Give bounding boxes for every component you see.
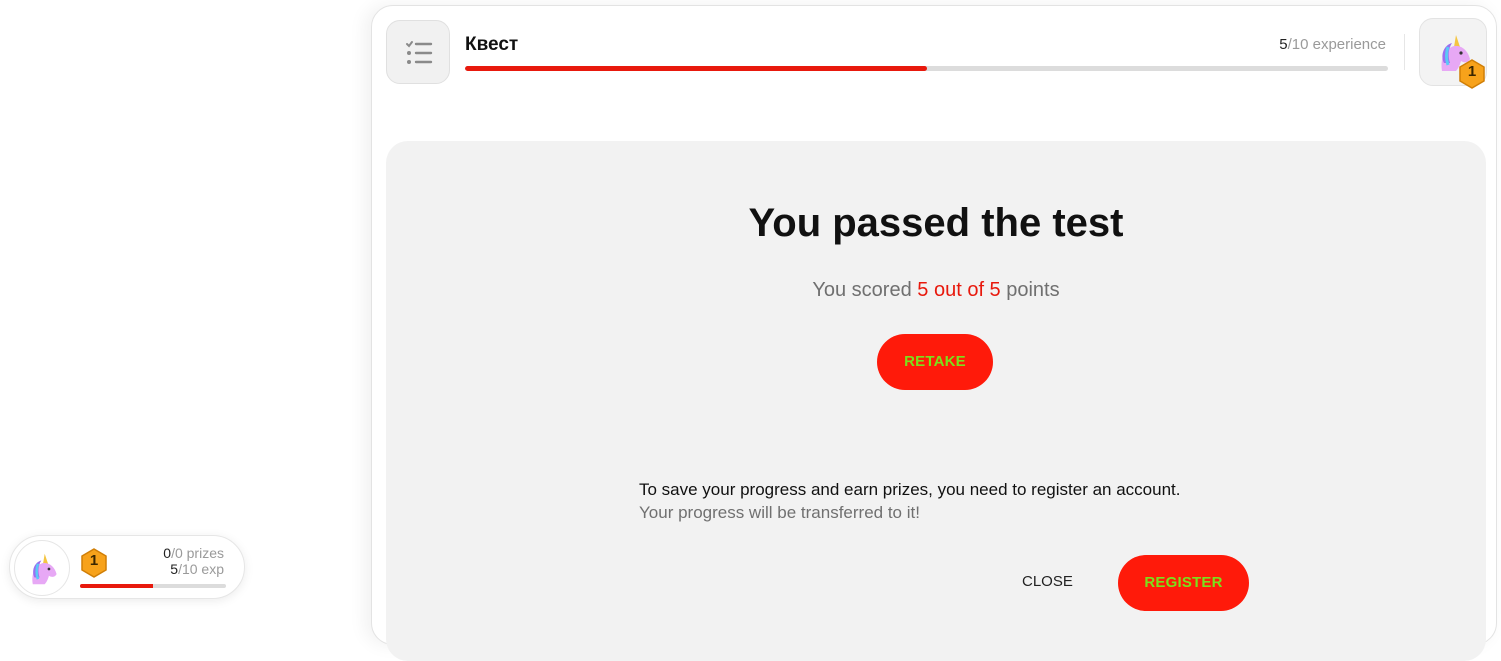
- mini-progress-widget[interactable]: 1 0/0 prizes 5/10 exp: [9, 535, 245, 599]
- result-title: You passed the test: [748, 201, 1124, 245]
- mini-exp-total: /10 exp: [178, 561, 224, 577]
- unicorn-icon: [32, 553, 57, 585]
- experience-total: /10 experience: [1287, 36, 1386, 53]
- result-card: You passed the test You scored 5 out of …: [386, 141, 1486, 661]
- experience-progress-bar: [465, 66, 1388, 71]
- score-text: You scored 5 out of 5 points: [386, 279, 1486, 302]
- avatar-button[interactable]: 1: [1419, 18, 1487, 89]
- mini-exp-counter: 5/10 exp: [170, 561, 224, 577]
- experience-progress-fill: [465, 66, 927, 71]
- retake-button[interactable]: RETAKE: [877, 334, 993, 390]
- mini-progress-bar: [80, 584, 226, 588]
- mini-avatar: [14, 540, 70, 596]
- level-number: 1: [1467, 63, 1477, 80]
- register-message: To save your progress and earn prizes, y…: [639, 480, 1181, 499]
- prizes-current: 0: [163, 545, 172, 561]
- mini-progress-fill: [80, 584, 153, 588]
- prizes-total: /0 prizes: [171, 545, 224, 561]
- register-subtext: Your progress will be transferred to it!: [639, 503, 920, 522]
- header-divider: [1404, 34, 1405, 70]
- prizes-counter: 0/0 prizes: [163, 545, 224, 561]
- score-value: 5 out of 5: [917, 279, 1001, 301]
- experience-counter: 5/10 experience: [1279, 36, 1386, 53]
- mini-level-number: 1: [89, 552, 99, 569]
- quest-menu-button[interactable]: [386, 20, 450, 84]
- experience-current: 5: [1279, 36, 1288, 53]
- score-suffix: points: [1000, 279, 1060, 301]
- checklist-icon: [406, 41, 433, 64]
- quest-panel: Квест 5/10 experience 1 You passed the t…: [371, 5, 1497, 661]
- score-prefix: You scored: [812, 279, 918, 301]
- register-button[interactable]: REGISTER: [1118, 555, 1249, 611]
- quest-title: Квест: [465, 34, 519, 55]
- mini-exp-current: 5: [170, 561, 179, 577]
- close-button[interactable]: CLOSE: [1022, 573, 1073, 590]
